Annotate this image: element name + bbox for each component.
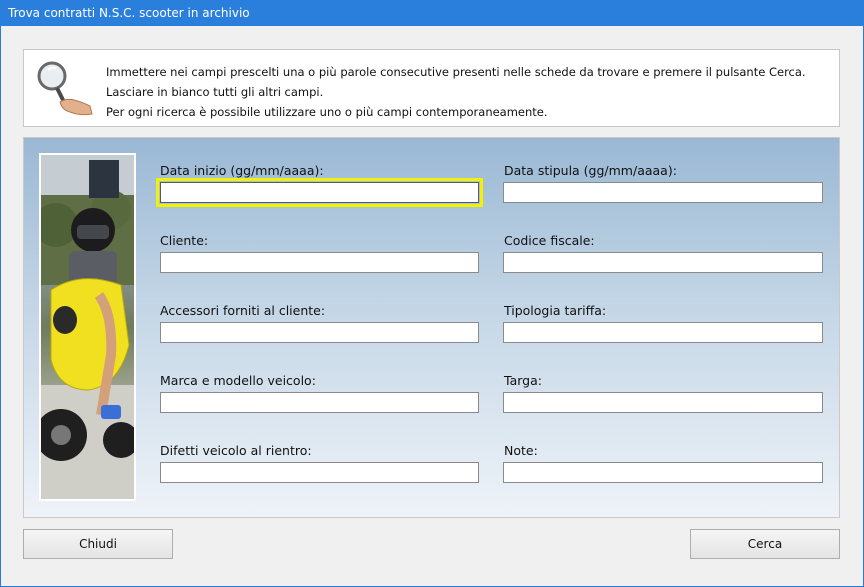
window-title: Trova contratti N.S.C. scooter in archiv… [8, 6, 250, 20]
note-input[interactable] [503, 462, 823, 483]
search-button[interactable]: Cerca [690, 529, 840, 559]
scooter-illustration [41, 155, 134, 499]
tipologia-tariffa-input[interactable] [503, 322, 823, 343]
difetti-input[interactable] [160, 462, 479, 483]
instruction-line-2: Lasciare in bianco tutti gli altri campi… [106, 85, 324, 99]
data-inizio-input[interactable] [156, 178, 483, 207]
title-bar: Trova contratti N.S.C. scooter in archiv… [0, 0, 864, 26]
label-codice-fiscale: Codice fiscale: [504, 233, 595, 248]
marca-modello-input[interactable] [160, 392, 479, 413]
label-marca-modello: Marca e modello veicolo: [160, 373, 316, 388]
close-button[interactable]: Chiudi [23, 529, 173, 559]
magnifier-icon [37, 61, 93, 116]
data-stipula-input[interactable] [503, 182, 823, 203]
instructions-text: Immettere nei campi prescelti una o più … [106, 62, 806, 122]
codice-fiscale-input[interactable] [503, 252, 823, 273]
accessori-input[interactable] [160, 322, 479, 343]
instruction-line-1: Immettere nei campi prescelti una o più … [106, 65, 806, 79]
targa-input[interactable] [503, 392, 823, 413]
label-data-stipula: Data stipula (gg/mm/aaaa): [504, 163, 677, 178]
label-tipologia-tariffa: Tipologia tariffa: [504, 303, 607, 318]
label-accessori: Accessori forniti al cliente: [160, 303, 326, 318]
scooter-photo [39, 153, 136, 501]
instruction-line-3: Per ogni ricerca è possibile utilizzare … [106, 105, 548, 119]
cliente-input[interactable] [160, 252, 479, 273]
label-cliente: Cliente: [160, 233, 209, 248]
label-targa: Targa: [504, 373, 542, 388]
info-panel: Immettere nei campi prescelti una o più … [23, 49, 840, 127]
label-data-inizio: Data inizio (gg/mm/aaaa): [160, 163, 324, 178]
label-difetti: Difetti veicolo al rientro: [160, 443, 312, 458]
label-note: Note: [504, 443, 538, 458]
